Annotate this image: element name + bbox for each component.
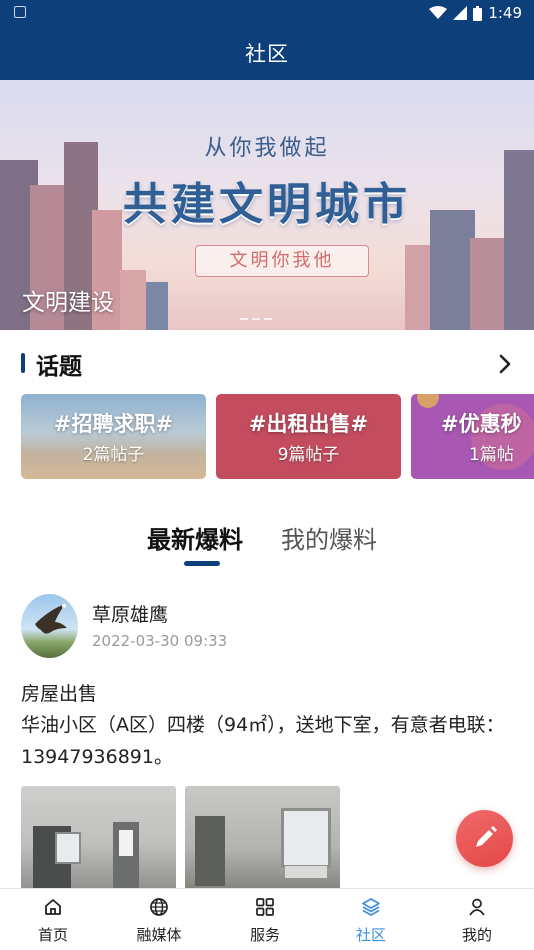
chevron-right-icon[interactable] — [496, 353, 514, 375]
nav-media[interactable]: 融媒体 — [106, 889, 212, 950]
topic-name: #优惠秒 — [441, 412, 522, 436]
post-body: 华油小区（A区）四楼（94㎡），送地下室，有意者电联：13947936891。 — [21, 714, 505, 768]
notification-icon — [14, 6, 26, 18]
nav-community[interactable]: 社区 — [318, 889, 424, 950]
topic-card-deals[interactable]: #优惠秒 1篇帖 — [411, 394, 534, 479]
tab-mine[interactable]: 我的爆料 — [281, 520, 377, 555]
banner-slogan-big: 共建文明城市 — [123, 179, 411, 230]
carousel-indicator — [240, 318, 272, 320]
post-author[interactable]: 草原雄鹰 — [92, 600, 168, 627]
status-bar: 1:49 — [0, 0, 534, 28]
app-header: 社区 — [0, 28, 534, 80]
topic-name: #出租出售# — [248, 412, 369, 436]
section-accent-bar — [21, 353, 25, 373]
nav-label: 服务 — [249, 926, 280, 944]
nav-profile[interactable]: 我的 — [424, 889, 530, 950]
compose-post-button[interactable] — [456, 810, 513, 867]
topic-name: #招聘求职# — [53, 412, 174, 436]
pencil-icon — [476, 826, 497, 847]
decor-circle — [417, 394, 439, 408]
signal-icon — [453, 6, 468, 20]
status-icons: 1:49 — [429, 4, 522, 22]
topic-post-count: 9篇帖子 — [277, 445, 340, 465]
topic-post-count: 2篇帖子 — [82, 445, 145, 465]
avatar[interactable] — [21, 594, 78, 658]
post-title: 房屋出售 — [21, 683, 98, 705]
globe-icon — [150, 898, 168, 916]
wifi-icon — [429, 6, 448, 19]
topics-heading: 话题 — [36, 354, 82, 380]
active-tab-indicator — [184, 561, 220, 566]
nav-home[interactable]: 首页 — [0, 889, 106, 950]
nav-label: 首页 — [37, 926, 68, 944]
nav-label: 我的 — [461, 926, 492, 944]
post-item[interactable]: 草原雄鹰 2022-03-30 09:33 房屋出售 华油小区（A区）四楼（94… — [0, 590, 534, 890]
banner-slogan-box: 文明你我他 — [195, 245, 369, 277]
nav-services[interactable]: 服务 — [212, 889, 318, 950]
topic-card-rent-sale[interactable]: #出租出售# 9篇帖子 — [216, 394, 401, 479]
nav-label: 社区 — [355, 926, 386, 944]
post-photo[interactable] — [185, 786, 340, 890]
banner-carousel[interactable]: 从你我做起 共建文明城市 文明你我他 文明建设 — [0, 80, 534, 330]
battery-icon — [473, 5, 483, 21]
topic-card-recruitment[interactable]: #招聘求职# 2篇帖子 — [21, 394, 206, 479]
topics-section-header: 话题 — [0, 340, 534, 386]
banner-caption: 文明建设 — [22, 290, 114, 316]
post-photo[interactable] — [21, 786, 176, 890]
page-title: 社区 — [245, 42, 289, 66]
topic-post-count: 1篇帖 — [469, 445, 514, 465]
banner-slogan-small: 从你我做起 — [204, 136, 330, 161]
layers-icon — [362, 898, 380, 916]
feed-tabs: 最新爆料 我的爆料 — [0, 510, 534, 570]
bottom-navigation: 首页 融媒体 服务 社区 我的 — [0, 888, 534, 950]
post-timestamp: 2022-03-30 09:33 — [92, 632, 228, 650]
eagle-icon — [35, 603, 67, 634]
status-time: 1:49 — [488, 4, 522, 22]
topics-list: #招聘求职# 2篇帖子 #出租出售# 9篇帖子 #优惠秒 1篇帖 — [21, 394, 534, 480]
tab-latest[interactable]: 最新爆料 — [147, 520, 243, 555]
nav-label: 融媒体 — [136, 926, 182, 944]
grid-icon — [256, 898, 274, 916]
user-icon — [469, 898, 485, 916]
home-icon — [45, 899, 61, 915]
